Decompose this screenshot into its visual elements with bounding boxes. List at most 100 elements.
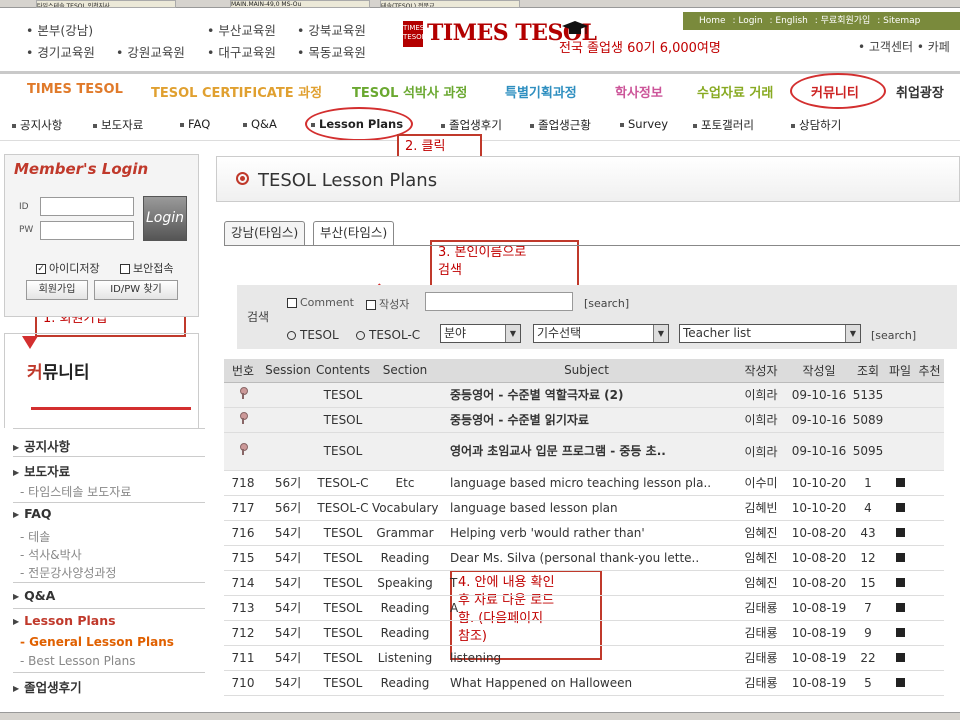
browser-tab[interactable]: 테솔(TESOL) 전문교... xyxy=(380,0,520,8)
search-button[interactable]: [search] xyxy=(584,297,629,310)
sidebar-item-times-press[interactable]: 타임스테솔 보도자료 xyxy=(20,483,131,500)
nav-academic-info[interactable]: 학사정보 xyxy=(615,82,663,101)
sidebar-item-general-lesson-plans[interactable]: General Lesson Plans xyxy=(20,635,174,649)
nav-jobs[interactable]: 취업광장 xyxy=(896,82,944,101)
subnav-consulting[interactable]: 상담하기 xyxy=(791,117,841,133)
table-row[interactable]: 718 56기 TESOL-C Etc language based micro tea… xyxy=(224,470,944,496)
secure-login-checkbox[interactable]: 보안접속 xyxy=(120,260,173,276)
nav-times-tesol[interactable]: TIMES TESOL xyxy=(27,82,123,97)
subnav-survey[interactable]: Survey xyxy=(620,117,668,131)
region-link[interactable]: • 강원교육원 xyxy=(116,42,185,61)
sidebar-item-best-lesson-plans[interactable]: Best Lesson Plans xyxy=(20,654,135,668)
radio-tesol-c[interactable]: TESOL-C xyxy=(356,328,420,342)
row-subject-link[interactable]: 중등영어 - 수준별 읽기자료 xyxy=(450,413,589,427)
table-cell: Vocabulary xyxy=(372,495,438,521)
row-subject-link[interactable]: T xyxy=(450,576,457,590)
row-subject-link[interactable]: 영어과 초임교사 입문 프로그램 - 중등 초.. xyxy=(450,444,666,458)
region-link[interactable]: • 강북교육원 xyxy=(297,20,366,39)
sidebar-item-reviews[interactable]: 졸업생후기 xyxy=(13,677,82,696)
region-link[interactable]: • 본부(강남) xyxy=(26,20,93,39)
sitemap-link[interactable]: Sitemap xyxy=(883,16,920,26)
file-icon[interactable] xyxy=(895,577,905,587)
table-row[interactable]: 710 54기 TESOL Reading What Happened on Hallo… xyxy=(224,670,944,696)
nav-special-course[interactable]: 특별기획과정 xyxy=(505,82,577,101)
table-row[interactable]: 715 54기 TESOL Reading Dear Ms. Silva (person… xyxy=(224,545,944,571)
login-button[interactable]: Login xyxy=(143,196,187,241)
table-row[interactable]: 714 54기 TESOL Speaking T 임혜진 10-08-20 15 xyxy=(224,570,944,596)
file-icon[interactable] xyxy=(895,627,905,637)
file-icon[interactable] xyxy=(895,527,905,537)
free-join-link[interactable]: 무료회원가입 xyxy=(821,16,871,26)
table-cell: 김혜빈 xyxy=(735,495,787,521)
row-subject-link[interactable]: Dear Ms. Silva (personal thank-you lette… xyxy=(450,551,699,565)
file-icon[interactable] xyxy=(895,677,905,687)
radio-tesol[interactable]: TESOL xyxy=(287,328,339,342)
sidebar-item-lesson-plans[interactable]: Lesson Plans xyxy=(13,613,115,628)
subnav-press[interactable]: 보도자료 xyxy=(93,117,143,133)
sidebar-item-notice[interactable]: 공지사항 xyxy=(13,436,70,455)
row-subject-link[interactable]: language based micro teaching lesson pla… xyxy=(450,476,711,490)
tab-gangnam[interactable]: 강남(타임스) xyxy=(224,221,306,245)
row-subject-link[interactable]: language based lesson plan xyxy=(450,501,618,515)
save-id-checkbox[interactable]: ✓ 아이디저장 xyxy=(36,260,100,276)
subnav-alumni-news[interactable]: 졸업생근황 xyxy=(530,117,591,133)
region-link[interactable]: • 경기교육원 xyxy=(26,42,95,61)
row-author: 임혜진 xyxy=(744,551,778,565)
password-input[interactable] xyxy=(40,221,134,240)
subnav-reviews[interactable]: 졸업생후기 xyxy=(441,117,502,133)
table-row[interactable]: TESOL 영어과 초임교사 입문 프로그램 - 중등 초.. 이희라 09-10-1… xyxy=(224,432,944,471)
nav-materials-trade[interactable]: 수업자료 거래 xyxy=(697,82,773,101)
login-link[interactable]: Login xyxy=(738,16,762,26)
join-button[interactable]: 회원가입 xyxy=(26,280,88,300)
field-select[interactable]: 분야 ▼ xyxy=(440,324,521,343)
table-row[interactable]: TESOL 중등영어 - 수준별 읽기자료 이희라 09-10-16 5089 xyxy=(224,407,944,433)
subnav-photo-gallery[interactable]: 포토갤러리 xyxy=(693,117,754,133)
table-cell: 김태룡 xyxy=(735,595,787,621)
teacher-select[interactable]: Teacher list ▼ xyxy=(679,324,861,343)
id-input[interactable] xyxy=(40,197,134,216)
sidebar-item-press[interactable]: 보도자료 xyxy=(13,461,70,480)
table-row[interactable]: 716 54기 TESOL Grammar Helping verb 'would ra… xyxy=(224,520,944,546)
author-checkbox[interactable]: 작성자 xyxy=(366,296,409,312)
region-link[interactable]: • 부산교육원 xyxy=(207,20,276,39)
file-icon[interactable] xyxy=(895,477,905,487)
comment-checkbox[interactable]: Comment xyxy=(287,296,354,309)
english-link[interactable]: English xyxy=(775,16,808,26)
browser-tab[interactable]: MAIN.MAIN-49,0 MS-Ou xyxy=(230,0,370,8)
sidebar-item-instructor[interactable]: 전문강사양성과정 xyxy=(20,564,116,581)
nav-tesol-certificate[interactable]: TESOL CERTIFICATE 과정 xyxy=(151,82,322,101)
nav-tesol-masters[interactable]: TESOL 석박사 과정 xyxy=(352,82,467,101)
table-row[interactable]: 711 54기 TESOL Listening listening 김태룡 10-08-19… xyxy=(224,645,944,671)
session-select[interactable]: 기수선택 ▼ xyxy=(533,324,669,343)
search-button-2[interactable]: [search] xyxy=(871,329,916,342)
row-subject-link[interactable]: A xyxy=(450,601,458,615)
row-subject-link[interactable]: 중등영어 - 수준별 역할극자료 (2) xyxy=(450,388,624,402)
table-row[interactable]: 717 56기 TESOL-C Vocabulary language based le… xyxy=(224,495,944,521)
table-cell: T xyxy=(438,570,735,596)
browser-tab[interactable]: 타임스테솔 TESOL 인천지사 xyxy=(36,0,176,8)
file-icon[interactable] xyxy=(895,652,905,662)
subnav-faq[interactable]: FAQ xyxy=(180,117,210,131)
subnav-notice[interactable]: 공지사항 xyxy=(12,117,62,133)
file-icon[interactable] xyxy=(895,552,905,562)
table-row[interactable]: 712 54기 TESOL Reading 김태룡 10-08-19 9 xyxy=(224,620,944,646)
table-row[interactable]: 713 54기 TESOL Reading A 김태룡 10-08-19 7 xyxy=(224,595,944,621)
subnav-qna[interactable]: Q&A xyxy=(243,117,277,131)
sidebar-item-qna[interactable]: Q&A xyxy=(13,588,55,603)
region-link[interactable]: • 대구교육원 xyxy=(207,42,276,61)
row-subject-link[interactable]: What Happened on Halloween xyxy=(450,676,632,690)
sidebar-item-masters[interactable]: 석사&박사 xyxy=(20,546,82,563)
file-icon[interactable] xyxy=(895,602,905,612)
sidebar-item-faq[interactable]: FAQ xyxy=(13,506,51,521)
row-subject-link[interactable]: Helping verb 'would rather than' xyxy=(450,526,645,540)
sidebar-item-tesol[interactable]: 테솔 xyxy=(20,528,50,545)
row-subject-link[interactable]: listening xyxy=(450,651,501,665)
table-row[interactable]: TESOL 중등영어 - 수준별 역할극자료 (2) 이희라 09-10-16 5135 xyxy=(224,382,944,408)
tab-busan[interactable]: 부산(타임스) xyxy=(313,221,395,245)
file-icon[interactable] xyxy=(895,502,905,512)
home-link[interactable]: Home xyxy=(699,16,726,26)
search-input[interactable] xyxy=(425,292,573,311)
customer-links[interactable]: • 고객센터 • 카페 xyxy=(858,38,950,55)
region-link[interactable]: • 목동교육원 xyxy=(297,42,366,61)
find-id-pw-button[interactable]: ID/PW 찾기 xyxy=(94,280,178,300)
